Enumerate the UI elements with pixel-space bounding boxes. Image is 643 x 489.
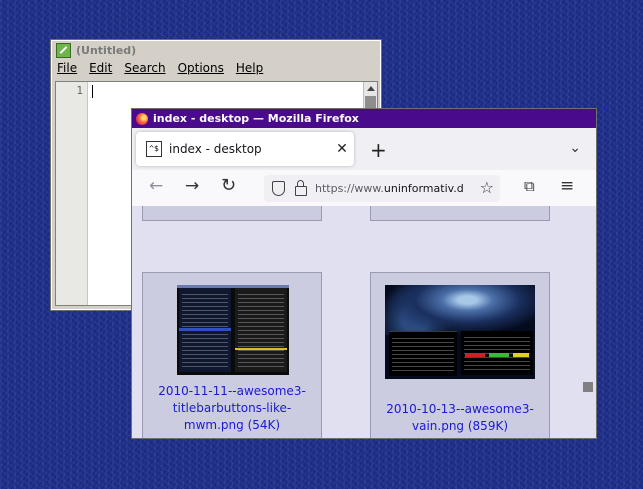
url-domain: uninformativ.d — [383, 182, 464, 195]
line-number: 1 — [76, 84, 83, 97]
desktop-scroll-marker — [583, 382, 593, 392]
menu-edit[interactable]: Edit — [89, 61, 112, 75]
list-all-tabs-chevron-icon[interactable]: ⌄ — [569, 140, 581, 156]
menu-file[interactable]: File — [57, 61, 77, 75]
firefox-window-title: index - desktop — Mozilla Firefox — [153, 112, 359, 125]
reload-button[interactable]: ↻ — [221, 175, 236, 196]
extensions-puzzle-icon[interactable]: ⧉ — [524, 177, 535, 195]
text-caret — [92, 85, 93, 98]
firefox-window: index - desktop — Mozilla Firefox ^$ ind… — [131, 108, 597, 439]
url-prefix: https://www. — [315, 182, 384, 195]
gallery-cell-partial — [370, 206, 550, 221]
tracking-protection-shield-icon[interactable] — [272, 181, 285, 196]
page-content: 2010-11-11--awesome3-titlebarbuttons-lik… — [132, 206, 596, 438]
new-tab-button[interactable]: + — [370, 138, 387, 162]
editor-scroll-thumb[interactable] — [365, 96, 376, 108]
tab-label: index - desktop — [169, 142, 262, 156]
terminal-favicon-icon: ^$ — [146, 141, 162, 157]
line-number-gutter: 1 — [56, 82, 88, 305]
gallery-cell: 2010-11-11--awesome3-titlebarbuttons-lik… — [142, 272, 322, 438]
navigation-toolbar: ← → ↻ https://www.uninformativ.d ☆ ⧉ ≡ — [132, 170, 596, 207]
thumbnail-link[interactable]: 2010-11-11--awesome3-titlebarbuttons-lik… — [143, 383, 321, 434]
screenshot-thumbnail[interactable] — [385, 285, 535, 379]
firefox-logo-icon — [136, 112, 148, 125]
tab-bar: ^$ index - desktop ✕ + ⌄ — [132, 128, 596, 170]
lock-icon[interactable] — [295, 179, 307, 196]
tab-index-desktop[interactable]: ^$ index - desktop ✕ — [136, 132, 354, 166]
menu-search[interactable]: Search — [124, 61, 165, 75]
firefox-titlebar[interactable]: index - desktop — Mozilla Firefox — [132, 109, 596, 128]
menu-help[interactable]: Help — [236, 61, 263, 75]
screenshot-thumbnail[interactable] — [177, 285, 289, 375]
editor-title-text: (Untitled) — [76, 43, 137, 57]
editor-menubar: File Edit Search Options Help — [52, 59, 380, 76]
scroll-up-arrow-icon[interactable] — [366, 86, 375, 91]
gallery-cell: 2010-10-13--awesome3-vain.png (859K) — [370, 272, 550, 438]
hamburger-menu-icon[interactable]: ≡ — [560, 176, 574, 196]
close-tab-icon[interactable]: ✕ — [330, 141, 354, 157]
bookmark-star-icon[interactable]: ☆ — [480, 178, 494, 197]
gallery-cell-partial — [142, 206, 322, 221]
menu-options[interactable]: Options — [178, 61, 224, 75]
editor-app-icon — [56, 42, 71, 58]
forward-button[interactable]: → — [185, 176, 199, 196]
back-button[interactable]: ← — [149, 176, 163, 196]
thumbnail-link[interactable]: 2010-10-13--awesome3-vain.png (859K) — [371, 401, 549, 435]
editor-titlebar[interactable]: (Untitled) — [52, 41, 380, 59]
url-text[interactable]: https://www.uninformativ.d — [315, 182, 464, 195]
url-bar[interactable]: https://www.uninformativ.d ☆ — [264, 175, 500, 202]
